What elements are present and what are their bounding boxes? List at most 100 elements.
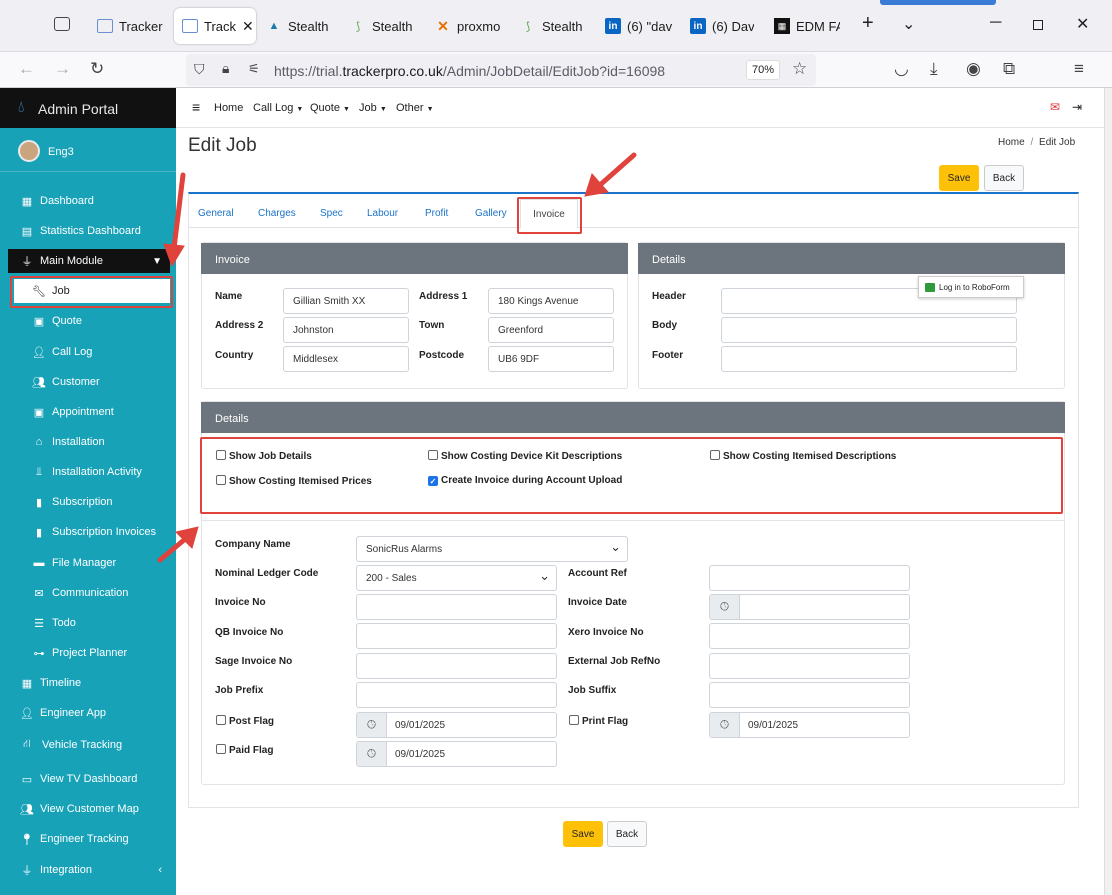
logout-icon[interactable]: ⇥ <box>1072 100 1082 114</box>
qb-invoice-field[interactable] <box>356 623 557 649</box>
back-arrow-icon[interactable]: ← <box>18 59 35 79</box>
permissions-icon[interactable]: ⚟ <box>248 61 260 77</box>
page-scrollbar[interactable] <box>1104 88 1112 895</box>
tab-overview-icon[interactable] <box>54 17 70 31</box>
job-suffix-field[interactable] <box>709 682 910 708</box>
tab-labour[interactable]: Labour <box>367 208 398 219</box>
sidebar-item-customer[interactable]: 👥︎ Customer <box>0 370 176 394</box>
sidebar-item-project-planner[interactable]: ⊶ Project Planner <box>0 641 176 665</box>
address1-field[interactable]: 180 Kings Avenue <box>488 288 614 314</box>
tab-charges[interactable]: Charges <box>258 208 296 219</box>
external-job-field[interactable] <box>709 653 910 679</box>
close-window-icon[interactable]: ✕ <box>1076 14 1089 34</box>
sidebar-item-integration[interactable]: ⏚ Integration ‹ <box>0 858 176 882</box>
clock-icon[interactable]: 🕓︎ <box>357 713 387 737</box>
minimize-icon[interactable]: ─ <box>990 14 1001 32</box>
roboform-tooltip[interactable]: Log in to RoboForm <box>918 276 1024 298</box>
sidebar-item-file-manager[interactable]: ▬ File Manager <box>0 551 176 575</box>
tab-spec[interactable]: Spec <box>320 208 343 219</box>
tab-gallery[interactable]: Gallery <box>475 208 507 219</box>
account-icon[interactable]: ◉ <box>966 59 981 79</box>
postcode-field[interactable]: UB6 9DF <box>488 346 614 372</box>
sidebar-item-subscription-invoices[interactable]: ▮ Subscription Invoices <box>0 520 176 544</box>
reload-icon[interactable]: ↻ <box>90 59 104 79</box>
nominal-ledger-select[interactable]: 200 - Sales <box>356 565 557 591</box>
sidebar-item-main-module[interactable]: ⏚ Main Module ▼ <box>8 249 170 273</box>
paid-flag-date-field[interactable]: 🕓︎ 09/01/2025 <box>356 741 557 767</box>
nav-job[interactable]: Job ▼ <box>359 102 387 114</box>
nav-quote[interactable]: Quote ▼ <box>310 102 350 114</box>
sidebar-item-timeline[interactable]: ▦ Timeline <box>0 671 176 695</box>
print-flag-checkbox[interactable]: Print Flag <box>569 715 628 727</box>
back-button-top[interactable]: Back <box>984 165 1024 191</box>
maximize-icon[interactable] <box>1033 20 1043 30</box>
save-button-bottom[interactable]: Save <box>563 821 603 847</box>
browser-tab[interactable]: ✕ proxmo <box>435 8 507 44</box>
new-tab-icon[interactable]: + <box>862 12 874 35</box>
body-field[interactable] <box>721 317 1017 343</box>
back-button-bottom[interactable]: Back <box>607 821 647 847</box>
pocket-icon[interactable]: ◡ <box>894 59 909 79</box>
hamburger-icon[interactable]: ≡ <box>192 99 200 115</box>
browser-tab[interactable]: ⟆ Stealth <box>520 8 586 44</box>
sidebar-item-view-customer-map[interactable]: 👥︎ View Customer Map <box>0 797 176 821</box>
address2-field[interactable]: Johnston <box>283 317 409 343</box>
tab-general[interactable]: General <box>198 208 234 219</box>
user-panel[interactable]: Eng3 <box>0 128 176 172</box>
account-ref-field[interactable] <box>709 565 910 591</box>
sidebar-item-statistics-dashboard[interactable]: ▤ Statistics Dashboard <box>0 219 176 243</box>
tab-list-chevron-icon[interactable]: ⌄ <box>902 14 915 34</box>
browser-tab-active[interactable]: Track ✕ <box>174 8 256 44</box>
company-name-select[interactable]: SonicRus Alarms <box>356 536 628 562</box>
bookmark-star-icon[interactable]: ☆ <box>792 59 807 79</box>
sidebar-item-appointment[interactable]: ▣ Appointment <box>0 400 176 424</box>
browser-tab[interactable]: ▦ EDM FA <box>774 8 840 44</box>
download-icon[interactable]: ⤓ <box>930 59 938 79</box>
zoom-level[interactable]: 70% <box>746 60 781 80</box>
sidebar-item-installation[interactable]: ⌂ Installation <box>0 430 176 454</box>
browser-tab[interactable]: in (6) Davi <box>690 8 754 44</box>
sidebar-item-quote[interactable]: ▣ Quote <box>0 309 176 333</box>
browser-tab[interactable]: Trackerp <box>97 8 163 44</box>
sidebar-item-view-tv-dashboard[interactable]: ▭ View TV Dashboard <box>0 767 176 791</box>
country-field[interactable]: Middlesex <box>283 346 409 372</box>
paid-flag-checkbox[interactable]: Paid Flag <box>216 744 273 756</box>
sidebar-item-communication[interactable]: ✉ Communication <box>0 581 176 605</box>
sidebar-item-vehicle-tracking[interactable]: ⛙ Vehicle Tracking <box>0 733 176 757</box>
browser-tab[interactable]: ▲ Stealth <box>266 8 332 44</box>
clock-icon[interactable]: 🕓︎ <box>710 595 740 619</box>
job-prefix-field[interactable] <box>356 682 557 708</box>
nav-call-log[interactable]: Call Log ▼ <box>253 102 303 114</box>
notification-icon[interactable]: ✉ <box>1050 100 1060 114</box>
save-button-top[interactable]: Save <box>939 165 979 191</box>
menu-icon[interactable]: ≡ <box>1074 59 1084 79</box>
tab-profit[interactable]: Profit <box>425 208 448 219</box>
town-field[interactable]: Greenford <box>488 317 614 343</box>
nav-home[interactable]: Home <box>214 102 243 114</box>
sidebar-item-installation-activity[interactable]: ⫫ Installation Activity <box>0 460 176 484</box>
sidebar-item-todo[interactable]: ☰ Todo <box>0 611 176 635</box>
browser-tab[interactable]: in (6) "dav <box>605 8 673 44</box>
name-field[interactable]: Gillian Smith XX <box>283 288 409 314</box>
breadcrumb-home[interactable]: Home <box>998 137 1025 148</box>
forward-arrow-icon[interactable]: → <box>54 59 71 79</box>
footer-field[interactable] <box>721 346 1017 372</box>
browser-tab[interactable]: ⟆ Stealth <box>350 8 416 44</box>
clock-icon[interactable]: 🕓︎ <box>710 713 740 737</box>
sidebar-item-dashboard[interactable]: ▦ Dashboard <box>0 189 176 213</box>
invoice-date-field[interactable]: 🕓︎ <box>709 594 910 620</box>
invoice-no-field[interactable] <box>356 594 557 620</box>
url-bar[interactable]: ⛉ 🔒︎ ⚟ https://trial.trackerpro.co.uk/Ad… <box>186 54 816 86</box>
clock-icon[interactable]: 🕓︎ <box>357 742 387 766</box>
close-tab-icon[interactable]: ✕ <box>242 18 254 35</box>
sidebar-item-subscription[interactable]: ▮ Subscription <box>0 490 176 514</box>
sidebar-item-engineer-app[interactable]: 👤︎ Engineer App <box>0 701 176 725</box>
post-flag-checkbox[interactable]: Post Flag <box>216 715 274 727</box>
xero-invoice-field[interactable] <box>709 623 910 649</box>
sidebar-item-call-log[interactable]: 👤︎ Call Log <box>0 340 176 364</box>
print-flag-date-field[interactable]: 🕓︎ 09/01/2025 <box>709 712 910 738</box>
post-flag-date-field[interactable]: 🕓︎ 09/01/2025 <box>356 712 557 738</box>
sage-invoice-field[interactable] <box>356 653 557 679</box>
sidebar-item-engineer-tracking[interactable]: 📍︎ Engineer Tracking <box>0 827 176 851</box>
nav-other[interactable]: Other ▼ <box>396 102 434 114</box>
